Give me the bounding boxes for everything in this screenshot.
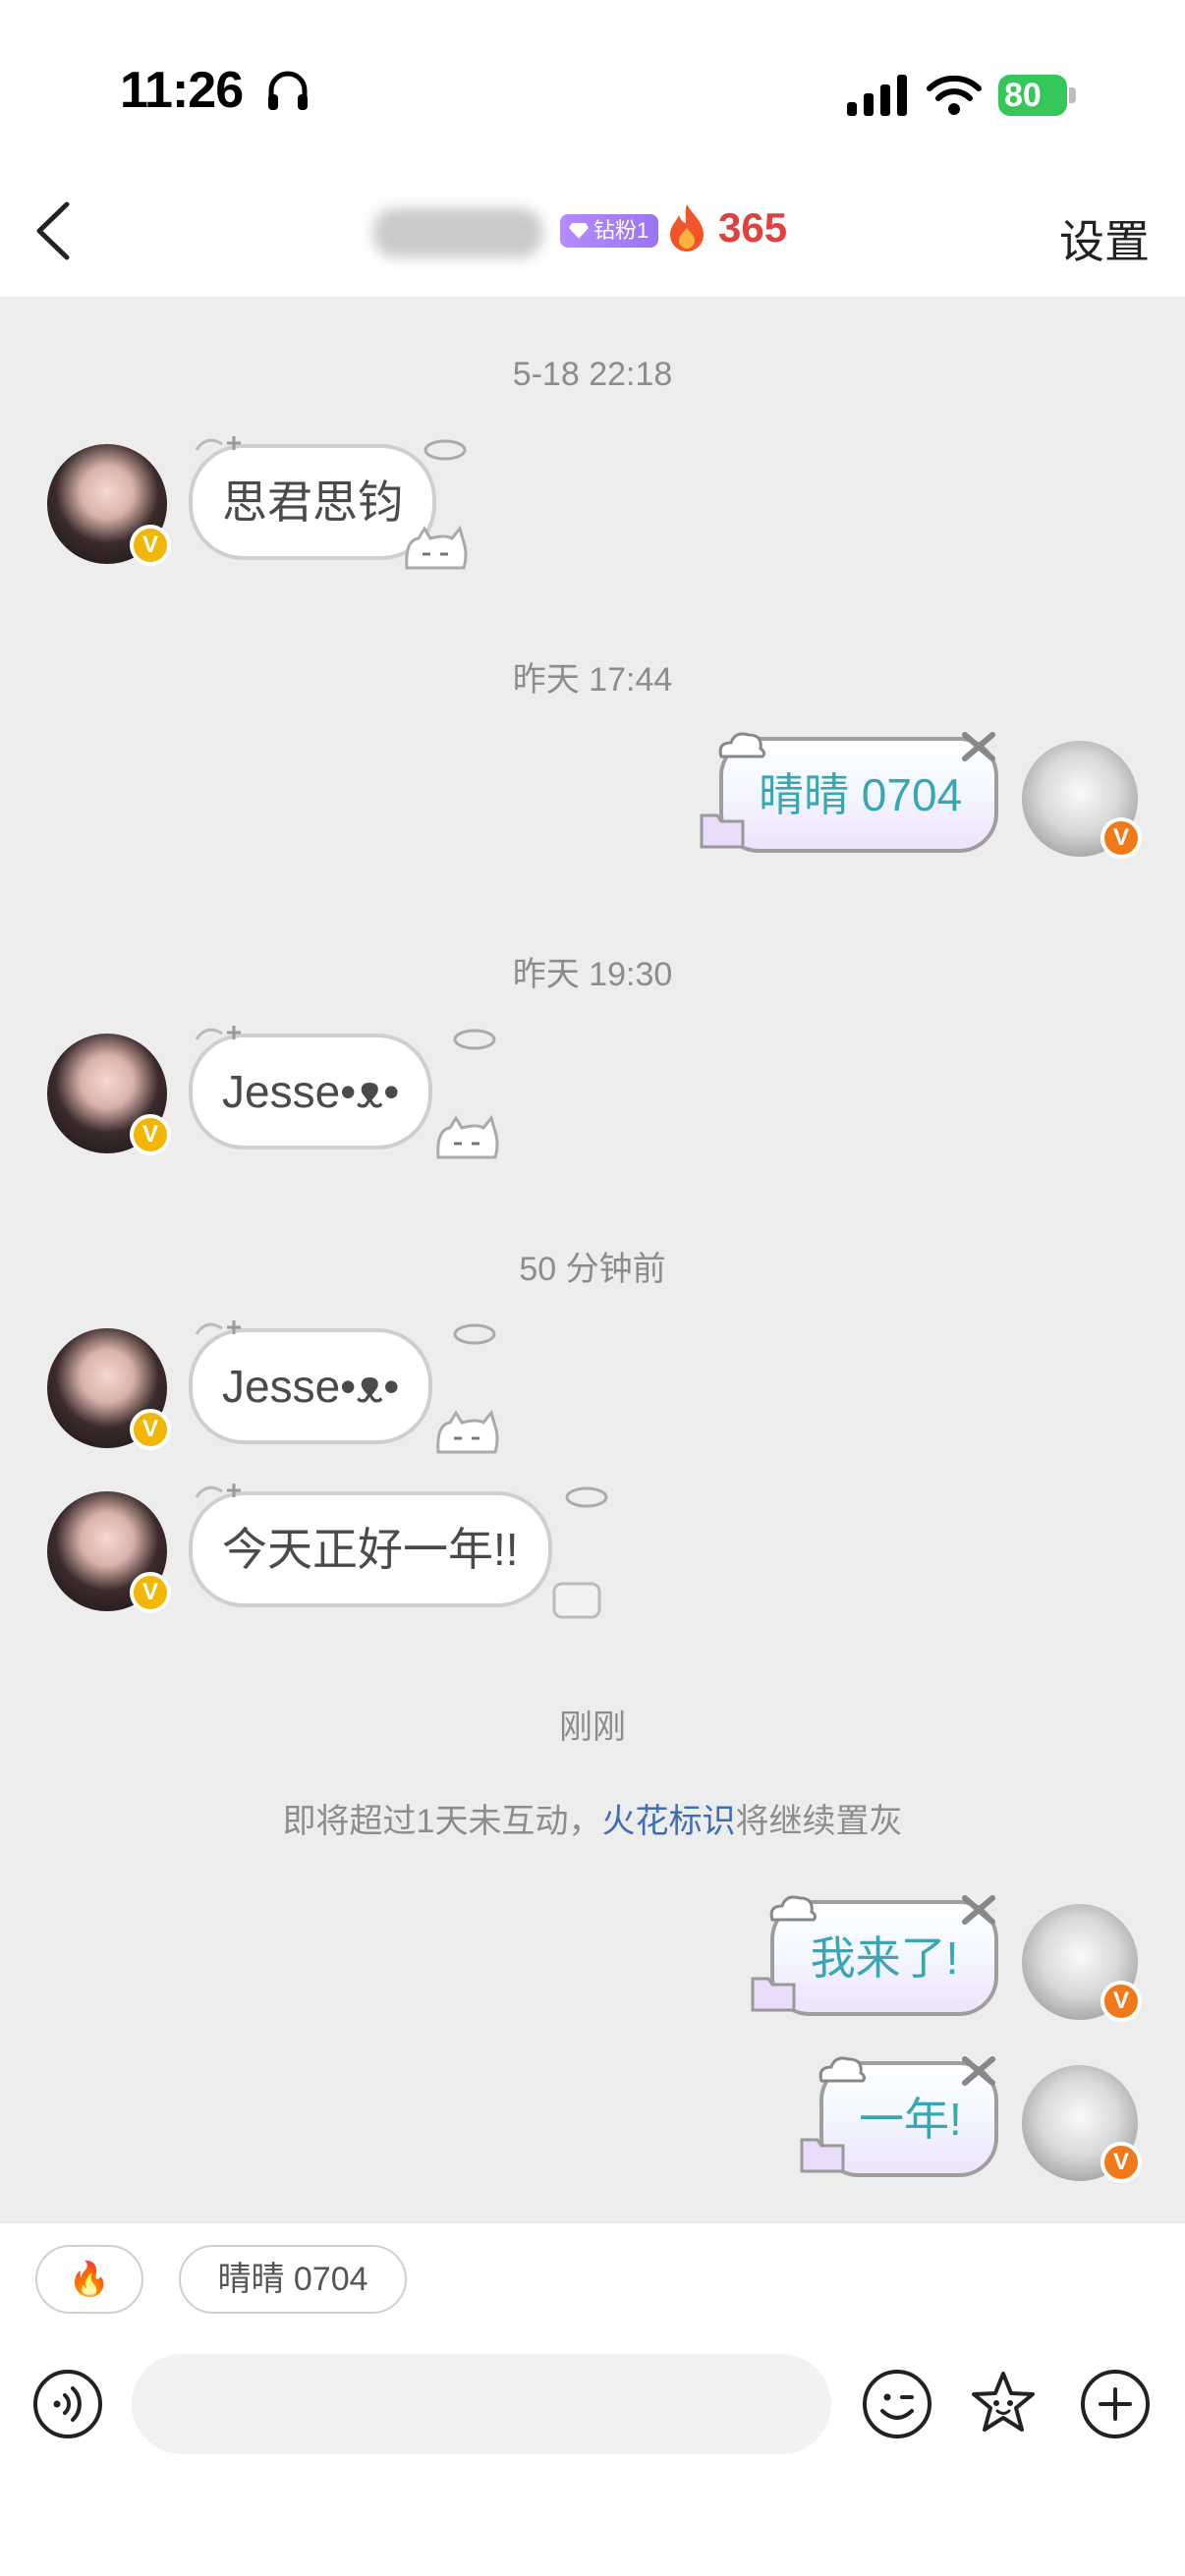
- emoji-icon[interactable]: [861, 2368, 933, 2440]
- settings-button[interactable]: 设置: [1059, 206, 1150, 271]
- verified-badge: V: [1100, 2142, 1142, 2183]
- spark-streak-count: 365: [718, 204, 788, 251]
- cloud-decoration-icon: [818, 2056, 867, 2083]
- sticker-star-icon[interactable]: [967, 2368, 1040, 2440]
- halo-decoration-icon: [453, 1323, 496, 1345]
- message-timestamp: 5-18 22:18: [512, 356, 673, 393]
- wifi-icon: [927, 75, 982, 115]
- voice-input-icon[interactable]: [31, 2368, 104, 2440]
- contact-avatar[interactable]: V: [47, 444, 171, 566]
- message-timestamp: 昨天 17:44: [512, 661, 673, 699]
- sparkle-decoration-icon: [195, 436, 241, 451]
- sparkle-decoration-icon: [195, 1026, 241, 1040]
- status-bar: 11:26 80: [0, 0, 1185, 167]
- contact-avatar[interactable]: V: [47, 1491, 171, 1613]
- received-message-bubble[interactable]: 今天正好一年!!: [189, 1491, 552, 1607]
- chat-message-list[interactable]: 5-18 22:18 V 思君思钧 昨天 17:44 晴晴 0704 V 昨天 …: [0, 297, 1185, 2222]
- halo-decoration-icon: [453, 1029, 496, 1050]
- my-avatar[interactable]: V: [1022, 741, 1142, 859]
- battery-icon: 80: [998, 75, 1079, 116]
- add-more-icon[interactable]: [1079, 2368, 1152, 2440]
- message-text-input[interactable]: [132, 2354, 831, 2454]
- cup-decoration-icon: [552, 1582, 601, 1619]
- message-timestamp: 50 分钟前: [519, 1251, 666, 1288]
- verified-badge: V: [130, 1114, 171, 1155]
- folder-decoration-icon: [751, 1977, 796, 2012]
- bow-decoration-icon: [962, 2056, 995, 2086]
- folder-decoration-icon: [700, 813, 745, 849]
- cellular-signal-icon: [847, 75, 907, 116]
- notice-text: 即将超过1天未互动，: [282, 1803, 602, 1840]
- message-input-bar: [0, 2330, 1185, 2576]
- spark-badge-link[interactable]: 火花标识: [601, 1803, 735, 1840]
- notice-text: 将继续置灰: [735, 1803, 903, 1840]
- quick-reply-name-button[interactable]: 晴晴 0704: [179, 2245, 407, 2314]
- received-message-bubble[interactable]: Jesse•ᴥ•: [189, 1034, 433, 1149]
- battery-tip: [1069, 87, 1076, 103]
- received-message-bubble[interactable]: 思君思钧: [189, 444, 436, 560]
- verified-badge: V: [1100, 817, 1142, 859]
- spark-expiry-notice: 即将超过1天未互动，火花标识将继续置灰: [0, 1794, 1185, 1842]
- quick-reply-bar: 🔥 晴晴 0704: [0, 2222, 1185, 2330]
- cat-decoration-icon: [436, 1114, 499, 1159]
- cloud-decoration-icon: [718, 732, 766, 758]
- halo-decoration-icon: [565, 1486, 608, 1508]
- fan-level-badge: 钻粉1: [560, 214, 659, 248]
- my-avatar[interactable]: V: [1022, 2065, 1142, 2183]
- message-timestamp: 刚刚: [559, 1708, 626, 1746]
- contact-name-blurred[interactable]: [373, 208, 542, 257]
- message-timestamp: 昨天 19:30: [512, 956, 673, 993]
- verified-badge: V: [130, 525, 171, 566]
- cloud-decoration-icon: [769, 1895, 818, 1922]
- sparkle-decoration-icon: [195, 1484, 241, 1498]
- chat-header: 钻粉1 365 设置: [0, 167, 1185, 297]
- bow-decoration-icon: [962, 1895, 995, 1925]
- verified-badge: V: [1100, 1981, 1142, 2022]
- cat-decoration-icon: [405, 525, 468, 570]
- back-arrow-icon[interactable]: [24, 196, 83, 265]
- fan-level-label: 钻粉1: [593, 218, 649, 243]
- contact-avatar[interactable]: V: [47, 1034, 171, 1155]
- battery-level: 80: [998, 75, 1067, 116]
- bow-decoration-icon: [962, 732, 995, 761]
- diamond-icon: [569, 223, 589, 239]
- headphones-icon: [268, 71, 308, 110]
- verified-badge: V: [130, 1572, 171, 1613]
- quick-reply-flame-button[interactable]: 🔥: [35, 2245, 143, 2314]
- spark-flame-icon: [670, 204, 704, 252]
- halo-decoration-icon: [423, 439, 467, 461]
- folder-decoration-icon: [800, 2138, 845, 2173]
- contact-avatar[interactable]: V: [47, 1328, 171, 1450]
- my-avatar[interactable]: V: [1022, 1904, 1142, 2022]
- sparkle-decoration-icon: [195, 1320, 241, 1335]
- verified-badge: V: [130, 1409, 171, 1450]
- received-message-bubble[interactable]: Jesse•ᴥ•: [189, 1328, 433, 1444]
- cat-decoration-icon: [436, 1409, 499, 1454]
- status-time: 11:26: [120, 62, 244, 119]
